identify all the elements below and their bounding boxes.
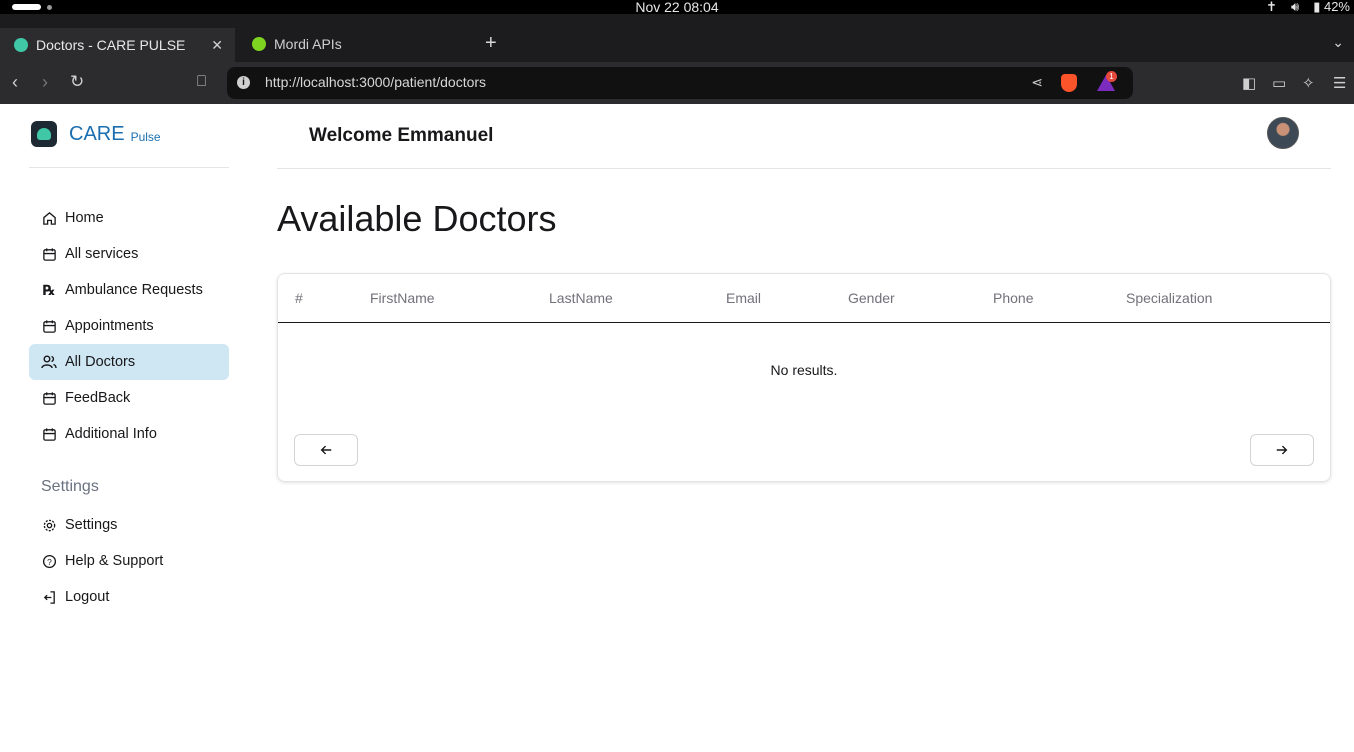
site-info-icon[interactable]: i [237, 76, 250, 89]
gear-icon [41, 517, 57, 533]
sidebar-item-label: Home [65, 210, 104, 226]
bookmark-icon[interactable]: ⎕ [197, 72, 206, 92]
rewards-badge: 1 [1106, 71, 1117, 82]
next-page-button[interactable] [1250, 434, 1314, 466]
browser-nav-bar: ‹ › ↻ ⎕ i http://localhost:3000/patient/… [0, 62, 1354, 104]
sidebar-item-all-services[interactable]: All services [29, 236, 229, 272]
users-icon [41, 354, 57, 370]
close-tab-icon[interactable]: ✕ [211, 37, 223, 54]
column-header: Gender [848, 290, 895, 306]
sidebar-item-ambulance-requests[interactable]: ℞ Ambulance Requests [29, 272, 229, 308]
brand-name: CARE [69, 122, 125, 145]
sidebar-item-label: FeedBack [65, 390, 131, 406]
sidebar-item-label: Appointments [65, 318, 154, 334]
reload-button[interactable]: ↻ [70, 72, 84, 92]
help-icon: ? [41, 553, 57, 569]
column-header: Email [726, 290, 762, 306]
volume-icon[interactable]: 🔊︎ [1291, 0, 1299, 15]
os-clock[interactable]: Nov 22 08:04 [0, 0, 1354, 15]
tab-title: Mordi APIs [274, 36, 342, 52]
sidebar-item-label: All services [65, 246, 139, 262]
tab-list-chevron-icon[interactable]: ⌄ [1332, 34, 1344, 51]
brand-sub: Pulse [130, 130, 161, 144]
browser-tab-active[interactable]: Doctors - CARE PULSE ✕ [0, 28, 235, 62]
sidebar-item-logout[interactable]: Logout [29, 579, 229, 615]
sidebar-item-appointments[interactable]: Appointments [29, 308, 229, 344]
sidebar-item-label: Settings [65, 517, 118, 533]
prescription-icon: ℞ [42, 281, 56, 298]
sidebar-toggle-icon[interactable]: ◧ [1242, 74, 1256, 92]
forward-button[interactable]: › [42, 72, 48, 92]
menu-icon[interactable]: ☰ [1333, 74, 1346, 92]
brave-shields-icon[interactable] [1061, 74, 1077, 92]
brand-logo[interactable]: CARE Pulse [31, 121, 161, 147]
column-header: Specialization [1126, 290, 1213, 306]
leo-ai-icon[interactable]: ✧ [1302, 74, 1315, 92]
url-text[interactable]: http://localhost:3000/patient/doctors [265, 74, 486, 90]
calendar-icon [41, 318, 57, 334]
share-icon[interactable]: ⋖ [1031, 74, 1043, 91]
browser-tab[interactable]: Mordi APIs [250, 30, 475, 58]
tab-title: Doctors - CARE PULSE [36, 37, 186, 53]
sidebar-item-additional-info[interactable]: Additional Info [29, 416, 229, 452]
column-header: Phone [993, 290, 1034, 306]
back-button[interactable]: ‹ [12, 72, 18, 92]
sidebar-item-all-doctors[interactable]: All Doctors [29, 344, 229, 380]
svg-text:?: ? [47, 556, 52, 566]
sidebar-item-feedback[interactable]: FeedBack [29, 380, 229, 416]
home-icon [41, 210, 57, 226]
sidebar-item-label: Logout [65, 589, 110, 605]
sidebar-item-label: Additional Info [65, 426, 157, 442]
previous-page-button[interactable] [294, 434, 358, 466]
battery-status[interactable]: ▮ 42% [1313, 0, 1350, 15]
avatar[interactable] [1267, 117, 1299, 149]
empty-state-text: No results. [770, 362, 838, 378]
sidebar: CARE Pulse Home All services ℞ Ambulance… [0, 104, 258, 752]
arrow-left-icon [320, 445, 332, 455]
settings-menu: Settings ? Help & Support Logout [29, 507, 229, 615]
divider [29, 167, 229, 168]
welcome-text: Welcome Emmanuel [309, 125, 494, 146]
sidebar-item-label: All Doctors [65, 354, 136, 370]
table-header: # FirstName LastName Email Gender Phone … [278, 274, 1330, 323]
accessibility-icon[interactable]: ✝ [1266, 0, 1277, 15]
column-header: # [295, 290, 303, 306]
column-header: LastName [549, 290, 613, 306]
os-top-bar: Nov 22 08:04 ✝ 🔊︎ ▮ 42% [0, 0, 1354, 15]
sidebar-item-home[interactable]: Home [29, 200, 229, 236]
care-pulse-favicon-icon [14, 38, 28, 52]
calendar-icon [41, 426, 57, 442]
address-bar[interactable]: i http://localhost:3000/patient/doctors … [227, 67, 1133, 99]
battery-percent: 42% [1323, 0, 1350, 14]
sidebar-item-help-support[interactable]: ? Help & Support [29, 543, 229, 579]
logout-icon [41, 589, 57, 605]
column-header: FirstName [370, 290, 435, 306]
globe-favicon-icon [252, 37, 266, 51]
settings-heading: Settings [41, 478, 99, 495]
sidebar-item-settings[interactable]: Settings [29, 507, 229, 543]
new-tab-button[interactable]: + [485, 32, 497, 55]
app-header: Welcome Emmanuel [277, 104, 1331, 169]
doctors-table-card: # FirstName LastName Email Gender Phone … [277, 273, 1331, 482]
care-pulse-logo-icon [31, 121, 57, 147]
arrow-right-icon [1276, 445, 1288, 455]
calendar-icon [41, 246, 57, 262]
browser-tab-strip: Doctors - CARE PULSE ✕ Mordi APIs + ⌄ [0, 14, 1354, 62]
sidebar-menu: Home All services ℞ Ambulance Requests A… [29, 200, 229, 452]
sidebar-item-label: Help & Support [65, 553, 164, 569]
wallet-icon[interactable]: ▭ [1272, 74, 1286, 92]
page-title: Available Doctors [277, 198, 557, 239]
calendar-icon [41, 390, 57, 406]
sidebar-item-label: Ambulance Requests [65, 282, 203, 298]
